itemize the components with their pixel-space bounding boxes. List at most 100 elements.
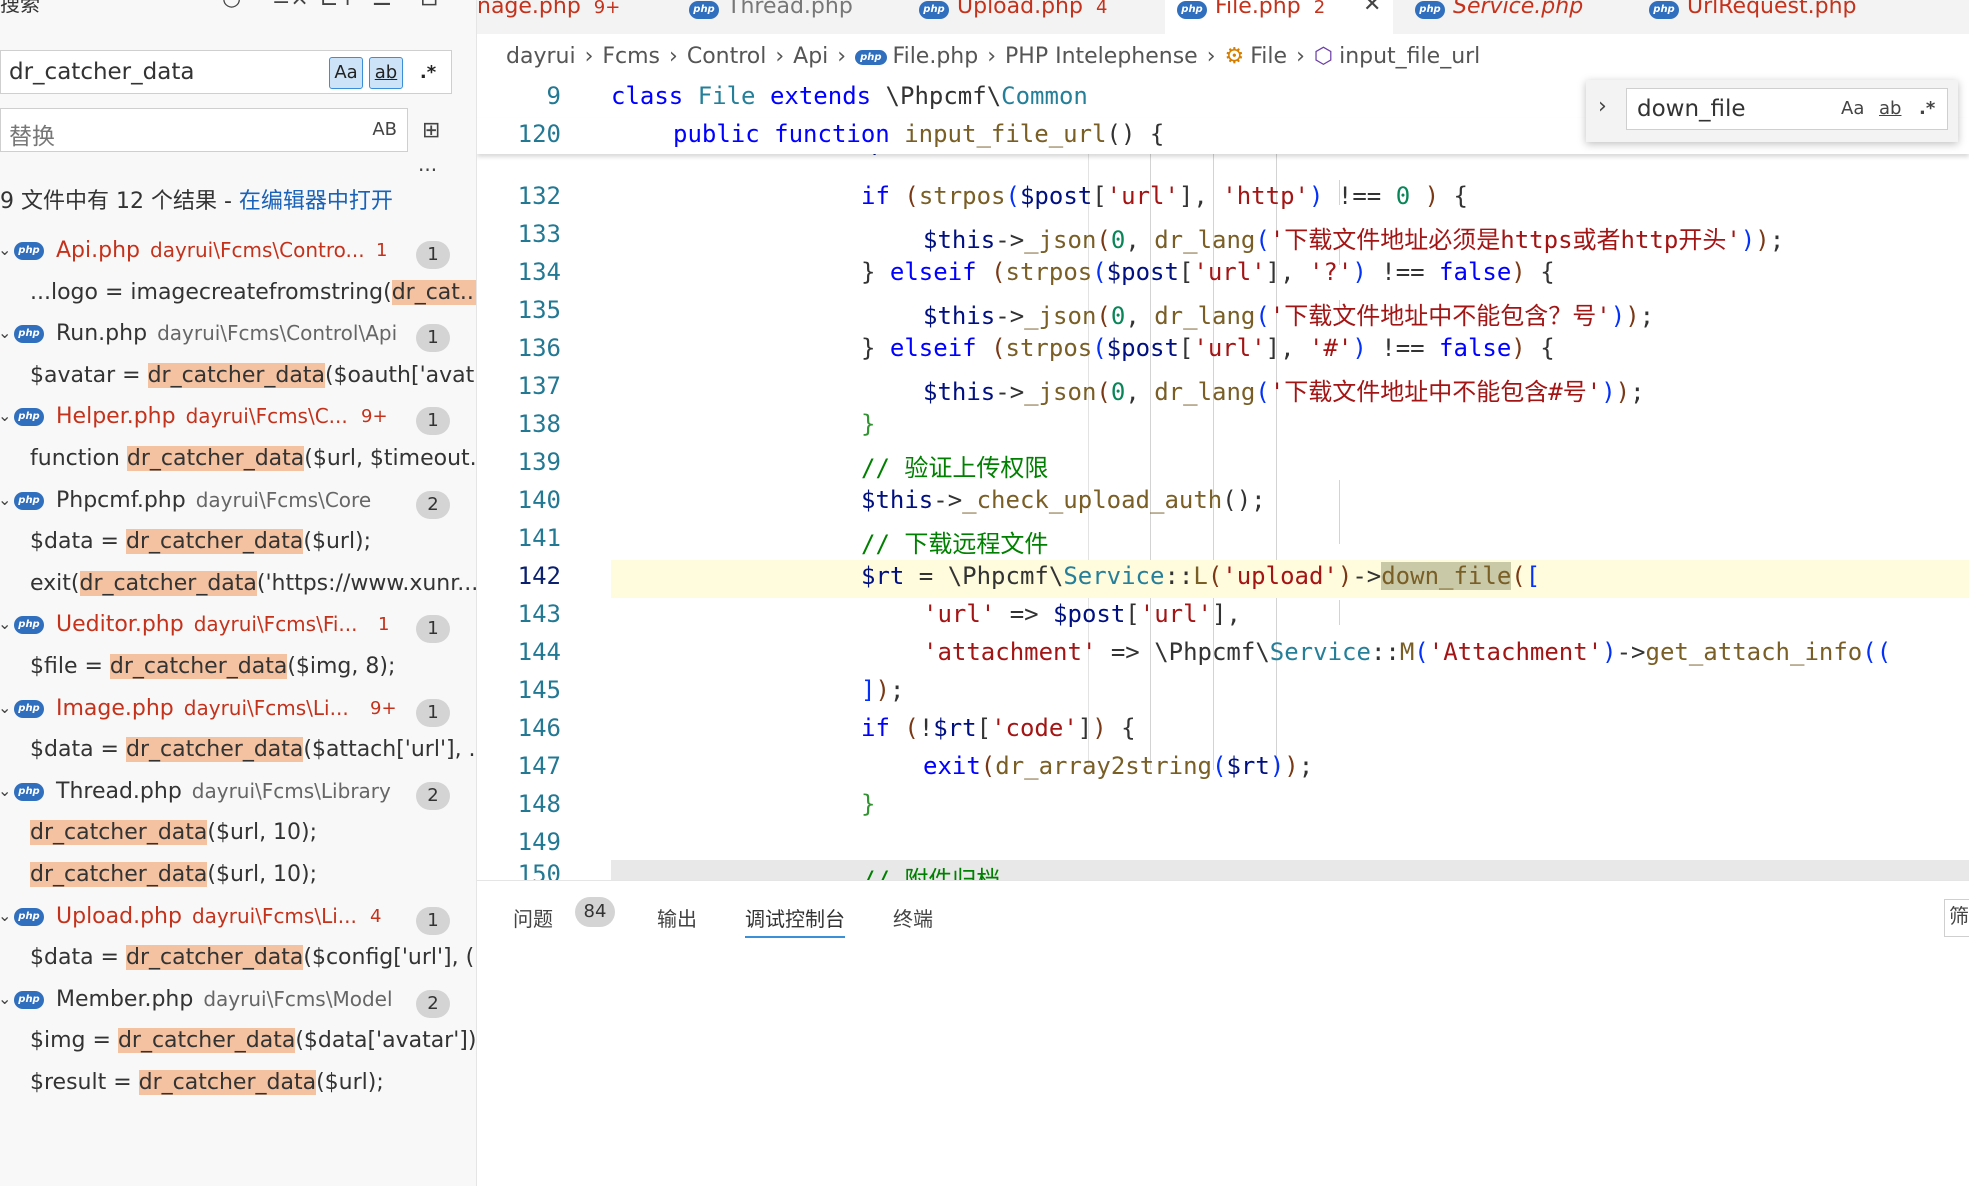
toggle-details-button[interactable]: ... — [418, 152, 437, 176]
view-as-tree-icon[interactable]: ☰ — [372, 0, 392, 11]
code-line[interactable]: 144 'attachment' => \Phpcmf\Service::M('… — [477, 636, 1969, 674]
chevron-down-icon[interactable]: ⌄ — [0, 781, 11, 800]
result-match[interactable]: $avatar = dr_catcher_data($oauth['avat..… — [0, 359, 476, 399]
code-line[interactable]: 134 } elseif (strpos($post['url'], '?') … — [477, 256, 1969, 294]
result-file[interactable]: ⌄php Upload.php dayrui\Fcms\Li... 4 1 — [0, 900, 476, 940]
result-match[interactable]: $data = dr_catcher_data($url); — [0, 525, 476, 565]
result-file[interactable]: ⌄php Phpcmf.php dayrui\Fcms\Core 2 — [0, 484, 476, 524]
code-line-partial[interactable]: 150 // 附件归档 — [477, 858, 1969, 880]
result-match[interactable]: dr_catcher_data($url, 10); — [0, 816, 476, 856]
result-match[interactable]: $data = dr_catcher_data($config['url'], … — [0, 941, 476, 981]
collapse-all-icon[interactable]: ⊟ — [420, 0, 438, 11]
match-whole-word-toggle[interactable]: ab — [369, 57, 403, 89]
result-file-path: dayrui\Fcms\Fi... — [193, 612, 358, 637]
tab-debug-console[interactable]: 调试控制台 — [745, 903, 845, 938]
result-match[interactable]: function dr_catcher_data($url, $timeout.… — [0, 442, 476, 482]
regex-toggle[interactable]: .* — [1919, 98, 1935, 119]
tab-service-php[interactable]: php Service.php — [1403, 0, 1631, 34]
refresh-icon[interactable]: ○ — [222, 0, 241, 11]
code-line[interactable]: 141 // 下载远程文件 — [477, 522, 1969, 560]
result-file[interactable]: ⌄php Api.php dayrui\Fcms\Contro... 1 1 — [0, 234, 476, 274]
match-case-toggle[interactable]: Aa — [1841, 98, 1864, 119]
match-prefix: exit( — [30, 570, 80, 596]
code-line[interactable]: 137 $this->_json(0, dr_lang('下载文件地址中不能包含… — [477, 370, 1969, 408]
code-line[interactable]: 138 } — [477, 408, 1969, 446]
breadcrumb-item[interactable]: File.php — [893, 44, 979, 69]
tab-nage-php[interactable]: nage.php 9+ — [477, 0, 667, 34]
search-input[interactable]: dr_catcher_data Aa ab .* — [0, 50, 452, 94]
result-file[interactable]: ⌄php Member.php dayrui\Fcms\Model 2 — [0, 983, 476, 1023]
result-match[interactable]: ...logo = imagecreatefromstring(dr_cat..… — [0, 276, 476, 316]
chevron-down-icon[interactable]: ⌄ — [0, 906, 11, 925]
tab-thread-php[interactable]: php Thread.php — [677, 0, 905, 34]
tab-problem-badge: 9+ — [593, 0, 621, 18]
tab-output[interactable]: 输出 — [657, 903, 697, 932]
breadcrumb-item[interactable]: Control — [687, 44, 767, 69]
tab-terminal[interactable]: 终端 — [893, 903, 933, 932]
match-case-toggle[interactable]: Aa — [329, 57, 363, 89]
result-match[interactable]: $file = dr_catcher_data($img, 8); — [0, 650, 476, 690]
new-search-editor-icon[interactable]: ⊏+ — [320, 0, 357, 11]
chevron-right-icon: › — [662, 44, 685, 69]
tab-problems[interactable]: 问题 — [513, 903, 553, 932]
code-line[interactable]: 132 if (strpos($post['url'], 'http') !==… — [477, 180, 1969, 218]
chevron-down-icon[interactable]: ⌄ — [0, 490, 11, 509]
find-input[interactable]: down_file Aa ab .* — [1626, 88, 1948, 130]
toggle-replace-chevron-icon[interactable]: › — [1598, 94, 1607, 119]
tab-file-php[interactable]: php File.php 2 ✕ — [1165, 0, 1393, 34]
code-line[interactable]: 136 } elseif (strpos($post['url'], '#') … — [477, 332, 1969, 370]
chevron-down-icon[interactable]: ⌄ — [0, 614, 11, 633]
code-line[interactable]: 133 $this->_json(0, dr_lang('下载文件地址必须是ht… — [477, 218, 1969, 256]
breadcrumb-item[interactable]: dayrui — [506, 44, 576, 69]
code-line[interactable]: 146 if (!$rt['code']) { — [477, 712, 1969, 750]
close-icon[interactable]: ✕ — [1363, 0, 1381, 17]
code-line[interactable]: 148 } — [477, 788, 1969, 826]
line-number: 140 — [517, 486, 561, 514]
result-match[interactable]: $data = dr_catcher_data($attach['url'], … — [0, 733, 476, 773]
tab-urlrequest-php[interactable]: php UrlRequest.php — [1637, 0, 1865, 34]
code-line[interactable]: 139 // 验证上传权限 — [477, 446, 1969, 484]
result-match[interactable]: $img = dr_catcher_data($data['avatar']); — [0, 1024, 476, 1064]
php-file-icon: php — [14, 990, 44, 1009]
open-in-editor-link[interactable]: 在编辑器中打开 — [239, 189, 393, 214]
breadcrumb-item[interactable]: PHP Intelephense — [1005, 44, 1198, 69]
filter-input[interactable]: 筛 — [1944, 899, 1969, 937]
breadcrumb-item[interactable]: File — [1250, 44, 1287, 69]
chevron-down-icon[interactable]: ⌄ — [0, 406, 11, 425]
match-suffix: ($oauth['avat... — [324, 362, 476, 388]
result-file[interactable]: ⌄php Run.php dayrui\Fcms\Control\Api 1 — [0, 317, 476, 357]
code-line[interactable]: 143 'url' => $post['url'], — [477, 598, 1969, 636]
replace-input[interactable]: 替换 AB — [0, 108, 408, 152]
code-line[interactable]: 135 $this->_json(0, dr_lang('下载文件地址中不能包含… — [477, 294, 1969, 332]
php-file-icon: php — [14, 699, 44, 718]
breadcrumb-item[interactable]: input_file_url — [1339, 44, 1480, 69]
code-line[interactable]: 145 ]); — [477, 674, 1969, 712]
regex-toggle[interactable]: .* — [411, 57, 445, 89]
result-file[interactable]: ⌄php Ueditor.php dayrui\Fcms\Fi... 1 1 — [0, 608, 476, 648]
code-editor[interactable]: 9 class File extends \Phpcmf\Common 120 … — [477, 80, 1969, 880]
result-match[interactable]: exit(dr_catcher_data('https://www.xunr..… — [0, 567, 476, 607]
clear-results-icon[interactable]: ≡× — [272, 0, 309, 11]
chevron-down-icon[interactable]: ⌄ — [0, 698, 11, 717]
preserve-case-toggle[interactable]: AB — [372, 119, 397, 140]
chevron-down-icon[interactable]: ⌄ — [0, 989, 11, 1008]
code-line[interactable]: 147 exit(dr_array2string($rt)); — [477, 750, 1969, 788]
find-widget: › down_file Aa ab .* — [1586, 80, 1958, 142]
sidebar-title: 搜索 — [0, 0, 40, 16]
current-line[interactable]: 142 $rt = \Phpcmf\Service::L('upload')->… — [518, 560, 1969, 598]
result-file[interactable]: ⌄php Helper.php dayrui\Fcms\C... 9+ 1 — [0, 400, 476, 440]
result-file[interactable]: ⌄php Thread.php dayrui\Fcms\Library 2 — [0, 775, 476, 815]
tab-upload-php[interactable]: php Upload.php 4 — [907, 0, 1135, 34]
match-suffix: ($img, 8); — [287, 654, 396, 679]
chevron-down-icon[interactable]: ⌄ — [0, 323, 11, 342]
result-match[interactable]: $result = dr_catcher_data($url); — [0, 1066, 476, 1106]
code-line[interactable]: 140 $this->_check_upload_auth(); — [477, 484, 1969, 522]
match-whole-word-toggle[interactable]: ab — [1879, 98, 1901, 119]
chevron-down-icon[interactable]: ⌄ — [0, 240, 11, 259]
breadcrumb-item[interactable]: Fcms — [602, 44, 660, 69]
replace-all-icon[interactable]: ⊞ — [422, 118, 440, 143]
result-file[interactable]: ⌄php Image.php dayrui\Fcms\Li... 9+ 1 — [0, 692, 476, 732]
breadcrumb-item[interactable]: Api — [793, 44, 828, 69]
match-suffix: ($attach['url'], ... — [303, 737, 476, 763]
result-match[interactable]: dr_catcher_data($url, 10); — [0, 858, 476, 898]
